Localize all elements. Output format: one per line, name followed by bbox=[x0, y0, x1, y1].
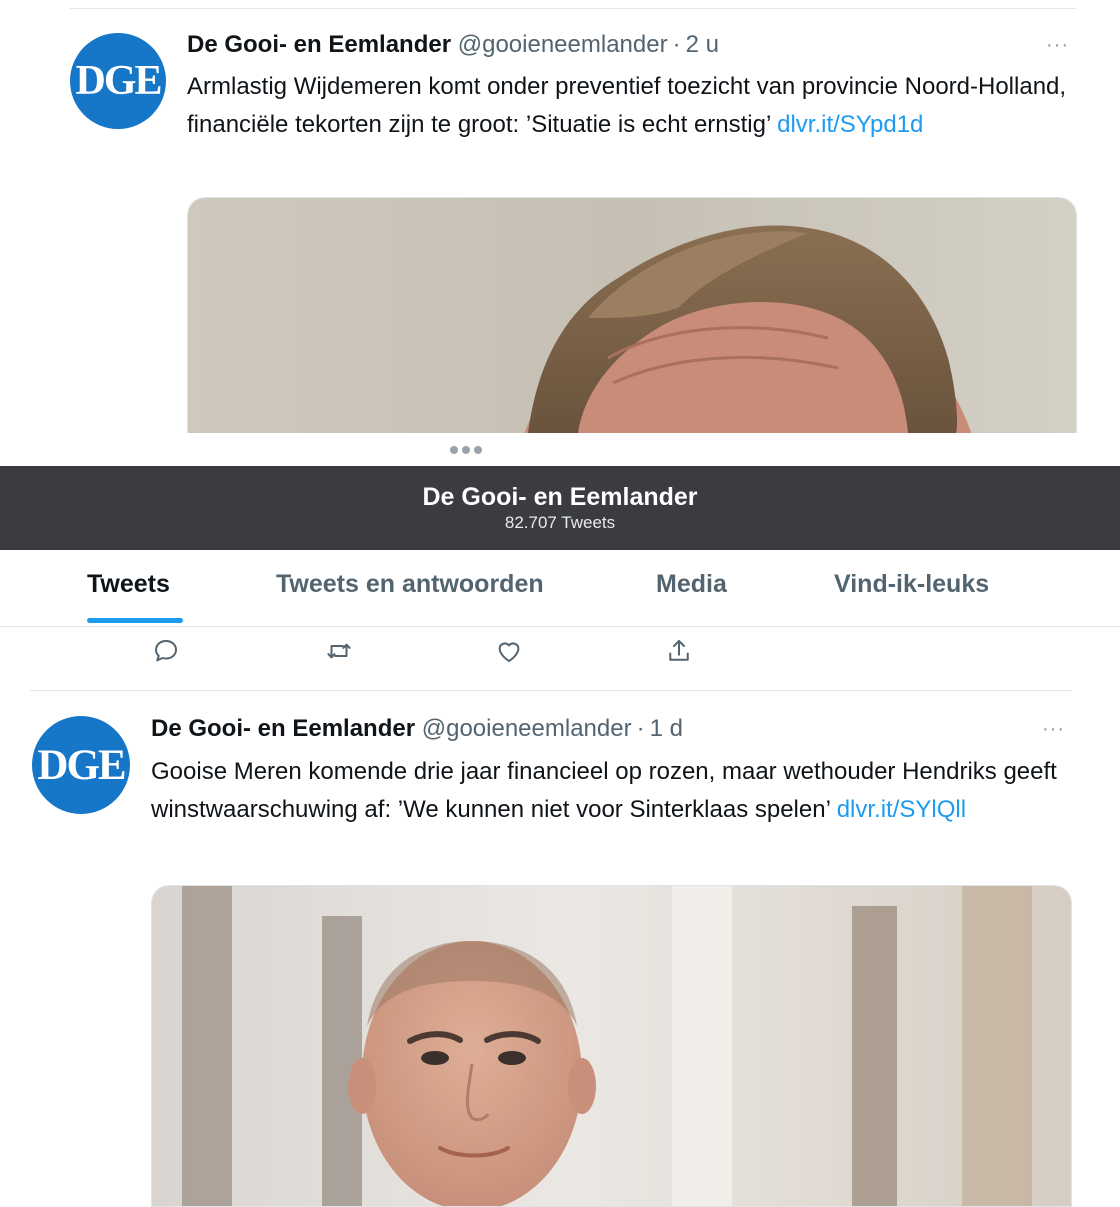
share-icon[interactable] bbox=[664, 636, 694, 666]
tab-tweets[interactable]: Tweets bbox=[87, 570, 170, 599]
retweet-icon[interactable] bbox=[324, 636, 354, 666]
author-name[interactable]: De Gooi- en Eemlander bbox=[151, 715, 415, 742]
author-name[interactable]: De Gooi- en Eemlander bbox=[187, 31, 451, 58]
photo-man-portrait bbox=[152, 886, 1071, 1206]
avatar-logo-text: DGE bbox=[75, 58, 162, 104]
separator-dot: · bbox=[636, 715, 645, 742]
tweet-body: Armlastig Wijdemeren komt onder preventi… bbox=[187, 73, 1067, 138]
more-options-icon[interactable]: ··· bbox=[1042, 718, 1065, 741]
profile-tabs: Tweets Tweets en antwoorden Media Vind-i… bbox=[0, 550, 1120, 627]
more-indicator-icon bbox=[450, 446, 482, 454]
avatar[interactable]: DGE bbox=[32, 716, 130, 814]
tab-tweets-en-antwoorden[interactable]: Tweets en antwoorden bbox=[276, 570, 544, 599]
tweet-2[interactable]: DGE De Gooi- en Eemlander @gooieneemland… bbox=[0, 691, 1120, 1207]
like-icon[interactable] bbox=[494, 636, 524, 666]
tweet-1[interactable]: DGE De Gooi- en Eemlander @gooieneemland… bbox=[0, 0, 1120, 433]
avatar[interactable]: DGE bbox=[70, 33, 166, 129]
tab-vind-ik-leuks[interactable]: Vind-ik-leuks bbox=[834, 570, 989, 599]
tweet-link[interactable]: dlvr.it/SYpd1d bbox=[777, 111, 923, 138]
photo-man-balding bbox=[188, 198, 1076, 433]
tweet-link[interactable]: dlvr.it/SYlQll bbox=[837, 796, 966, 823]
tab-media[interactable]: Media bbox=[656, 570, 727, 599]
tweet-image[interactable] bbox=[187, 197, 1077, 433]
more-options-icon[interactable]: ··· bbox=[1046, 34, 1069, 57]
tweet-header: De Gooi- en Eemlander @gooieneemlander · 2… bbox=[187, 29, 719, 61]
profile-name: De Gooi- en Eemlander bbox=[422, 483, 698, 511]
tweet-time[interactable]: 1 d bbox=[650, 715, 683, 742]
tweet-count: 82.707 Tweets bbox=[504, 513, 616, 532]
tweet-text: Gooise Meren komende drie jaar financiee… bbox=[151, 753, 1081, 829]
active-tab-indicator bbox=[87, 618, 183, 623]
tweet-image[interactable] bbox=[151, 885, 1072, 1207]
tweet-header: De Gooi- en Eemlander @gooieneemlander · 1… bbox=[151, 713, 683, 745]
reply-icon[interactable] bbox=[151, 636, 181, 666]
author-handle[interactable]: @gooieneemlander bbox=[458, 31, 668, 58]
tweet-time[interactable]: 2 u bbox=[686, 31, 719, 58]
tweet-text: Armlastig Wijdemeren komt onder preventi… bbox=[187, 68, 1067, 144]
author-handle[interactable]: @gooieneemlander bbox=[422, 715, 632, 742]
profile-header-bar[interactable]: De Gooi- en Eemlander 82.707 Tweets bbox=[0, 466, 1120, 550]
avatar-logo-text: DGE bbox=[37, 741, 126, 789]
separator-dot: · bbox=[672, 31, 681, 58]
